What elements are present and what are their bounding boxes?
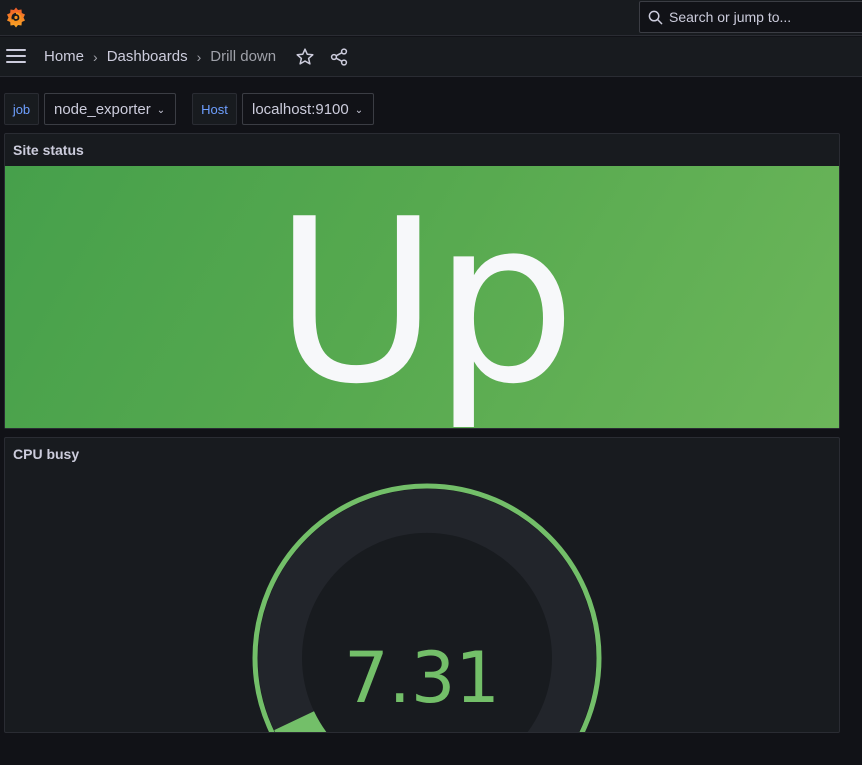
share-icon[interactable] — [329, 47, 349, 67]
breadcrumb: Home › Dashboards › Drill down — [44, 48, 276, 65]
breadcrumb-home[interactable]: Home — [44, 48, 84, 65]
variable-select-job[interactable]: node_exporter ⌄ — [44, 93, 176, 125]
chevron-right-icon: › — [93, 48, 98, 65]
top-bar: Search or jump to... — [0, 0, 862, 36]
menu-icon[interactable] — [6, 49, 26, 65]
chevron-right-icon: › — [196, 48, 202, 65]
gauge-value-arc — [274, 710, 327, 732]
variable-value-host: localhost:9100 — [252, 100, 349, 118]
variable-label-job: job — [4, 93, 39, 125]
breadcrumb-current-dashboard: Drill down — [210, 48, 277, 65]
stat-background: Up — [5, 166, 839, 428]
star-icon[interactable] — [295, 47, 315, 67]
variable-select-host[interactable]: localhost:9100 ⌄ — [242, 93, 374, 125]
chevron-down-icon: ⌄ — [156, 104, 166, 116]
dashboard-nav-bar: Home › Dashboards › Drill down — [0, 37, 862, 77]
chevron-down-icon: ⌄ — [354, 104, 364, 116]
panel-site-status: Site status Up — [4, 133, 840, 429]
search-input[interactable]: Search or jump to... — [639, 1, 862, 33]
grafana-logo-icon[interactable] — [5, 6, 27, 28]
variable-value-job: node_exporter — [54, 100, 151, 118]
breadcrumb-dashboards[interactable]: Dashboards — [107, 48, 188, 65]
variable-label-host: Host — [192, 93, 237, 125]
stat-value: Up — [273, 171, 577, 434]
panel-cpu-busy: CPU busy 7.31 — [4, 437, 840, 733]
panel-title[interactable]: Site status — [13, 142, 84, 158]
gauge-value: 7.31 — [344, 637, 500, 719]
gauge: 7.31 — [252, 483, 602, 732]
search-placeholder: Search or jump to... — [669, 9, 792, 25]
search-icon — [648, 10, 663, 24]
